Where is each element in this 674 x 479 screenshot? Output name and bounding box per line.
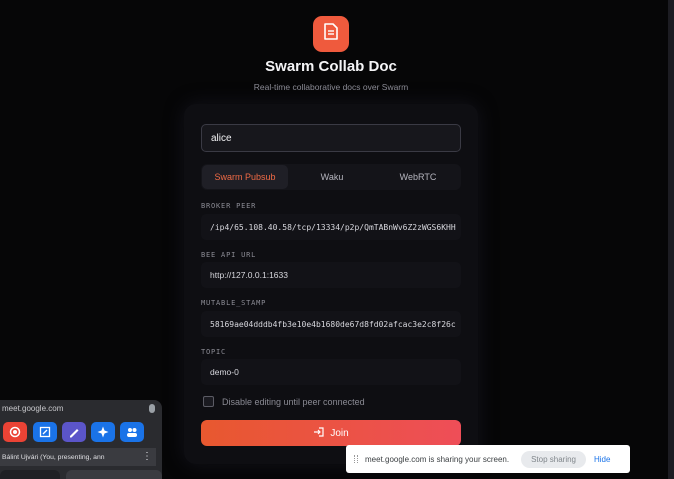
stop-sharing-button[interactable]: Stop sharing <box>521 450 586 468</box>
drag-handle-icon[interactable] <box>354 455 358 463</box>
disable-editing-option[interactable]: Disable editing until peer connected <box>203 396 365 407</box>
broker-peer-label: BROKER PEER <box>201 202 257 210</box>
bee-api-label: BEE API URL <box>201 251 257 259</box>
meet-panel-tab[interactable] <box>0 470 60 479</box>
topic-input[interactable]: demo-0 <box>201 359 461 385</box>
tab-swarm-pubsub[interactable]: Swarm Pubsub <box>202 165 288 189</box>
tab-webrtc[interactable]: WebRTC <box>375 164 461 190</box>
app-logo <box>313 16 349 52</box>
meet-panel-tab[interactable] <box>66 470 162 479</box>
topic-label: TOPIC <box>201 348 227 356</box>
share-message: meet.google.com is sharing your screen. <box>365 454 510 464</box>
page-title: Swarm Collab Doc <box>265 58 397 75</box>
participant-name: Bálint Ujvári (You, presenting, ann <box>0 448 156 466</box>
more-options-icon[interactable]: ⋮ <box>142 449 152 465</box>
page-subtitle: Real-time collaborative docs over Swarm <box>253 82 409 92</box>
meet-url: meet.google.com <box>2 404 64 413</box>
whiteboard-icon[interactable] <box>33 422 57 442</box>
people-icon[interactable] <box>120 422 144 442</box>
document-icon <box>324 23 338 45</box>
hide-button[interactable]: Hide <box>594 455 610 464</box>
join-button[interactable]: Join <box>201 420 461 446</box>
join-label: Join <box>330 427 349 439</box>
disable-editing-label: Disable editing until peer connected <box>222 396 365 407</box>
sparkle-icon[interactable] <box>91 422 115 442</box>
transport-tabs: Swarm Pubsub Waku WebRTC <box>201 164 461 190</box>
username-input[interactable]: alice <box>201 124 461 152</box>
login-icon <box>313 426 324 440</box>
broker-peer-input[interactable]: /ip4/65.108.40.58/tcp/13334/p2p/QmTABnWv… <box>201 214 461 240</box>
screen-share-bar: meet.google.com is sharing your screen. … <box>346 445 630 473</box>
tab-waku[interactable]: Waku <box>289 164 375 190</box>
record-icon[interactable] <box>3 422 27 442</box>
stamp-input[interactable]: 58169ae04dddb4fb3e10e4b1680de67d8fd02afc… <box>201 311 461 337</box>
disable-editing-checkbox[interactable] <box>203 396 214 407</box>
bee-api-input[interactable]: http://127.0.0.1:1633 <box>201 262 461 288</box>
pen-icon[interactable] <box>62 422 86 442</box>
stamp-label: MUTABLE_STAMP <box>201 299 267 307</box>
window-edge <box>668 0 674 479</box>
microphone-icon <box>149 404 155 413</box>
username-value: alice <box>211 132 232 144</box>
meet-floating-panel: meet.google.com Bálint Ujvári (You, pres… <box>0 400 162 479</box>
